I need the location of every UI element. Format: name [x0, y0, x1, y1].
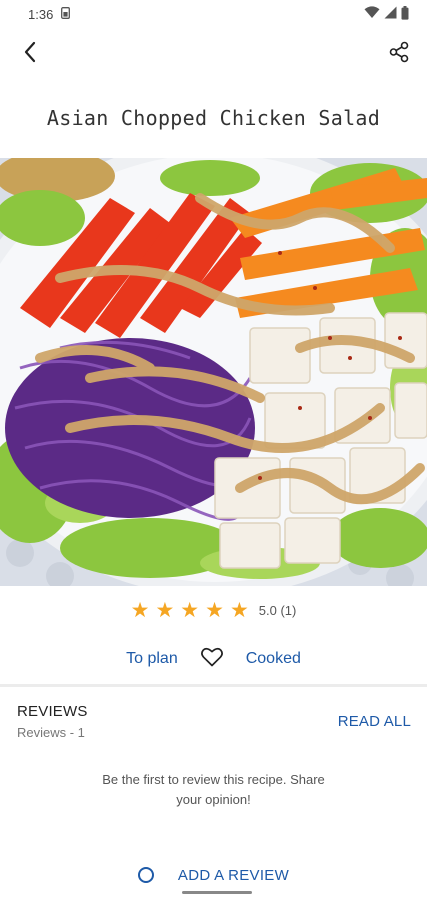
section-divider: [0, 684, 427, 687]
rating-text: 5.0 (1): [258, 602, 297, 618]
star-icon: ★: [205, 598, 224, 622]
circle-icon: [137, 867, 154, 883]
status-right: [364, 5, 409, 23]
star-icon: ★: [130, 598, 150, 622]
star-icon: ★: [229, 598, 249, 622]
status-left: 1:36: [28, 6, 71, 22]
actions-row: To plan Cooked: [0, 644, 427, 674]
read-all-button[interactable]: READ ALL: [338, 713, 411, 730]
salad-illustration: [0, 158, 427, 586]
add-review-label[interactable]: ADD A REVIEW: [178, 867, 289, 884]
app-bar: [0, 30, 427, 78]
signal-icon: [384, 6, 397, 22]
status-time: 1:36: [28, 6, 54, 22]
reviews-empty-message: Be the first to review this recipe. Shar…: [102, 772, 325, 807]
to-plan-button[interactable]: To plan: [126, 650, 178, 668]
rating-stars: ★ ★ ★ ★ ★: [131, 600, 249, 621]
recipe-image: [0, 158, 427, 586]
reviews-title: REVIEWS: [17, 703, 88, 720]
recipe-title: Asian Chopped Chicken Salad: [46, 106, 381, 130]
home-indicator: [182, 891, 252, 894]
sim-icon: [61, 6, 71, 22]
share-icon: [388, 41, 410, 68]
back-arrow-icon: [23, 41, 37, 68]
add-review-button[interactable]: ADD A REVIEW: [0, 858, 427, 892]
share-button[interactable]: [383, 38, 415, 70]
heart-outline-icon: [200, 647, 223, 672]
back-button[interactable]: [14, 38, 46, 70]
star-icon: ★: [180, 598, 200, 622]
cooked-button[interactable]: Cooked: [246, 650, 301, 668]
wifi-icon: [364, 6, 380, 22]
favorite-button[interactable]: [200, 647, 224, 671]
rating-row: ★ ★ ★ ★ ★ 5.0 (1): [0, 596, 427, 624]
battery-icon: [401, 5, 409, 23]
star-icon: ★: [155, 598, 175, 622]
status-bar: 1:36: [0, 0, 427, 28]
reviews-count: Reviews - 1: [17, 725, 85, 740]
